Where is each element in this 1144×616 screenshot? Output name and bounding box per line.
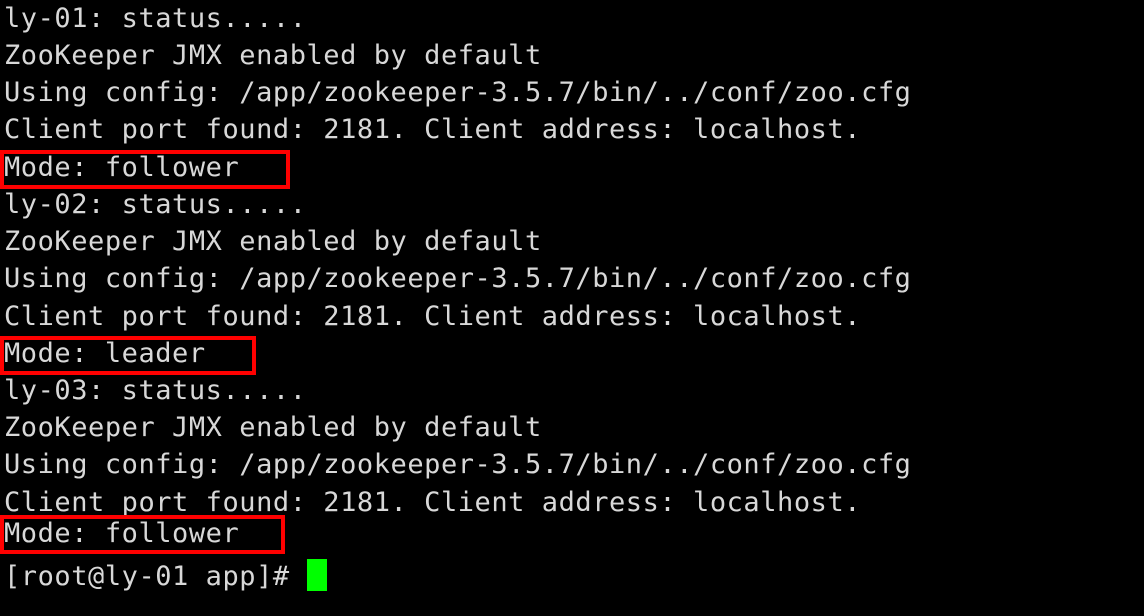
- terminal-line: ZooKeeper JMX enabled by default: [4, 412, 542, 443]
- terminal-line: ZooKeeper JMX enabled by default: [4, 40, 542, 71]
- terminal-window[interactable]: ly-01: status..... ZooKeeper JMX enabled…: [0, 0, 1144, 616]
- prompt-text: [root@ly-01 app]#: [4, 561, 307, 592]
- terminal-line: Client port found: 2181. Client address:…: [4, 301, 862, 332]
- terminal-output: ly-01: status..... ZooKeeper JMX enabled…: [0, 0, 1144, 616]
- terminal-line: ly-02: status.....: [4, 189, 307, 220]
- terminal-line-mode-follower: Mode: follower: [4, 152, 240, 183]
- terminal-line-mode-follower: Mode: follower: [4, 518, 240, 549]
- terminal-line: ly-03: status.....: [4, 375, 307, 406]
- terminal-line: ZooKeeper JMX enabled by default: [4, 226, 542, 257]
- terminal-prompt-line[interactable]: [root@ly-01 app]#: [4, 558, 327, 595]
- terminal-line: Client port found: 2181. Client address:…: [4, 114, 862, 145]
- terminal-line: Using config: /app/zookeeper-3.5.7/bin/.…: [4, 449, 912, 480]
- terminal-line: Using config: /app/zookeeper-3.5.7/bin/.…: [4, 77, 912, 108]
- cursor-block: [306, 559, 327, 591]
- terminal-line: Using config: /app/zookeeper-3.5.7/bin/.…: [4, 263, 912, 294]
- terminal-line: ly-01: status.....: [4, 3, 307, 34]
- terminal-line-mode-leader: Mode: leader: [4, 338, 206, 369]
